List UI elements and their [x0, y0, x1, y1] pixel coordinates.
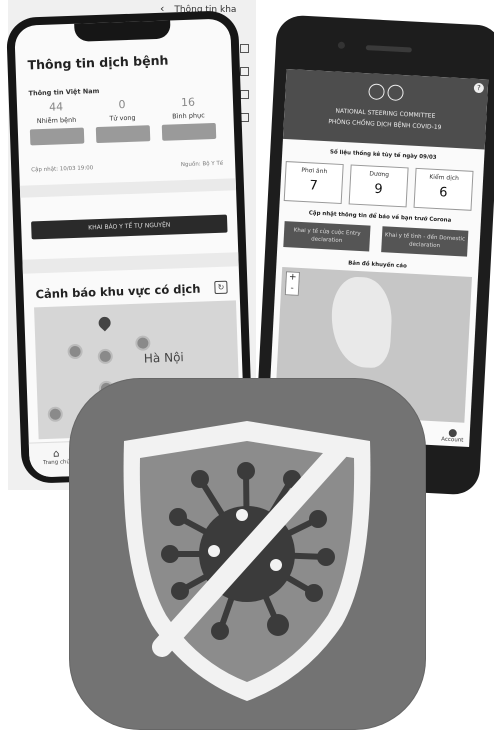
stat-label: Phơi ảnh [301, 166, 328, 176]
stat-bar [161, 122, 217, 141]
tab-account-label: Account [441, 436, 464, 444]
photo-collage: ‹ Thông tin kha Thông tin dịch bệnh Thông… [0, 0, 494, 731]
tab-account[interactable]: Account [441, 428, 464, 444]
help-icon[interactable]: ? [473, 82, 485, 94]
checkbox-icon [240, 90, 249, 99]
refresh-icon[interactable]: ↻ [214, 280, 228, 295]
stat-box: Dương 9 [348, 164, 409, 208]
update-time: Cập nhật: 10/03 19:00 [31, 165, 94, 174]
stat-label: Bình phục [172, 111, 205, 121]
domestic-declaration-button[interactable]: Khai y tế tình - đến Domestic declaratio… [381, 226, 469, 257]
stat-label: Nhiễm bệnh [36, 115, 77, 126]
divider [19, 178, 237, 198]
entry-declaration-button[interactable]: Khai y tế cửa cuộc Entry declaration [283, 221, 371, 252]
zoom-in-button[interactable]: + [286, 272, 299, 284]
emblem-logo [368, 83, 404, 102]
stat-label: Tử vong [109, 113, 136, 123]
virus-spot [270, 559, 282, 571]
virus-spot [236, 509, 248, 521]
map-marker[interactable] [47, 406, 64, 422]
stat-value: 9 [373, 181, 383, 198]
stat-value: 0 [118, 98, 126, 112]
section-label: Thông tin Việt Nam [28, 86, 100, 98]
tab-home[interactable]: ⌂ Trang chủ [39, 448, 74, 467]
map-land [329, 275, 394, 369]
committee-header: ? NATIONAL STEERING COMMITTEE PHÒNG CHỐN… [282, 68, 489, 150]
stat-value: 16 [180, 95, 196, 110]
app-icon-graphic [123, 421, 371, 701]
phone-notch [74, 18, 171, 42]
declare-button[interactable]: KHAI BÁO Y TẾ TỰ NGUYỆN [31, 214, 228, 240]
speaker-grille [365, 45, 412, 53]
virus-shield-icon[interactable] [70, 379, 425, 729]
camera-icon [337, 41, 346, 49]
zoom-out-button[interactable]: - [286, 283, 299, 295]
stat-recovered: 16 Bình phục [161, 95, 217, 141]
map-marker[interactable] [97, 348, 114, 365]
stat-value: 7 [308, 178, 319, 194]
map-city-label: Hà Nội [143, 350, 184, 366]
zoom-control: + - [284, 271, 301, 296]
stat-value: 44 [48, 100, 64, 114]
phone-bezel [275, 14, 494, 76]
warning-title: Cảnh báo khu vực có dịch [35, 281, 201, 302]
divider [22, 252, 239, 274]
stat-value: 6 [438, 185, 448, 201]
stat-label: Kiểm dịch [429, 173, 460, 183]
stat-deaths: 0 Tử vong [95, 97, 151, 144]
tab-home-label: Trang chủ [42, 459, 71, 467]
stat-box: Phơi ảnh 7 [283, 161, 344, 205]
map-pin-icon[interactable] [96, 314, 114, 332]
stats-date: Số liệu thống kê tùy tế ngày 09/03 [329, 149, 437, 161]
update-source: Nguồn: Bộ Y Tế [180, 160, 224, 169]
stat-bar [29, 127, 85, 146]
stat-box: Kiểm dịch 6 [413, 167, 474, 211]
page-title: Thông tin dịch bệnh [27, 52, 169, 73]
checkbox-icon [240, 44, 249, 53]
checkbox-icon [240, 67, 249, 76]
update-row: Cập nhật: 10/03 19:00 Nguồn: Bộ Y Tế [31, 161, 223, 174]
stat-bar [95, 125, 151, 144]
stat-infected: 44 Nhiễm bệnh [29, 100, 85, 146]
map-marker[interactable] [67, 343, 83, 360]
map-marker[interactable] [135, 335, 151, 351]
stat-label: Dương [369, 170, 390, 179]
virus-spot [208, 545, 220, 557]
